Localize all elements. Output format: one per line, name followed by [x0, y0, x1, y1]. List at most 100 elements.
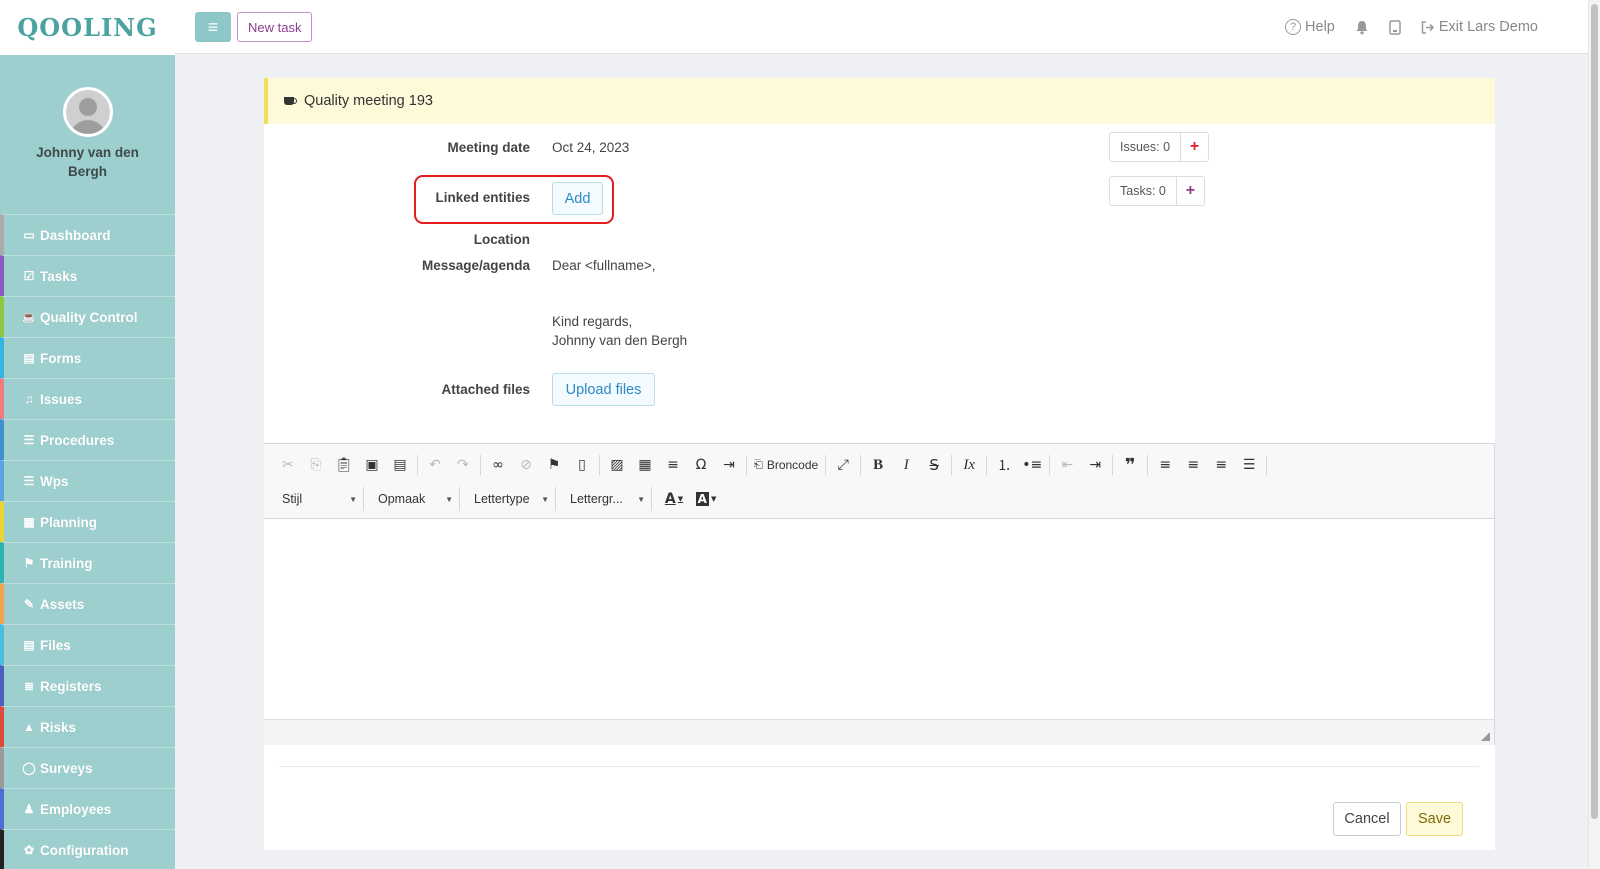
sidebar-item-dashboard[interactable]: ▭ Dashboard: [0, 214, 175, 255]
sidebar-item-procedures[interactable]: ☰ Procedures: [0, 419, 175, 460]
exit-demo-link[interactable]: Exit Lars Demo: [1421, 19, 1538, 35]
sidebar-item-planning[interactable]: ▦ Planning: [0, 501, 175, 542]
sidebar-icon: ✎: [23, 597, 35, 611]
strikethrough-icon[interactable]: S: [920, 453, 948, 477]
sidebar-nav: ▭ Dashboard ☑ Tasks ☕ Quality Control ▤ Forms ♫ I…: [0, 214, 175, 869]
sidebar-item-tasks[interactable]: ☑ Tasks: [0, 255, 175, 296]
cancel-button[interactable]: Cancel: [1333, 802, 1401, 836]
menu-toggle-button[interactable]: ≡: [195, 12, 231, 42]
plus-icon: +: [1189, 138, 1200, 155]
sidebar-icon: ▲: [23, 720, 35, 734]
sidebar-item-assets[interactable]: ✎ Assets: [0, 583, 175, 624]
sidebar-item-employees[interactable]: ♟ Employees: [0, 788, 175, 829]
text-color-icon[interactable]: A ▼: [658, 487, 690, 511]
anchor-flag-icon[interactable]: ⚑: [540, 453, 568, 477]
align-justify-icon[interactable]: ☰: [1235, 453, 1263, 477]
sidebar-icon: ☑: [23, 269, 35, 283]
sidebar-item-label: Wps: [40, 473, 69, 489]
paste-icon[interactable]: 📋︎: [330, 453, 358, 477]
plus-icon: +: [1185, 182, 1196, 199]
italic-icon[interactable]: I: [892, 453, 920, 477]
paste-word-icon[interactable]: ▤: [386, 453, 414, 477]
sidebar-item-risks[interactable]: ▲ Risks: [0, 706, 175, 747]
caret-down-icon: ▼: [637, 494, 645, 504]
sidebar-item-registers[interactable]: ≣ Registers: [0, 665, 175, 706]
undo-icon[interactable]: ↶: [421, 453, 449, 477]
sidebar-item-files[interactable]: ▤ Files: [0, 624, 175, 665]
sidebar-icon: ⚑: [23, 556, 35, 570]
special-char-icon[interactable]: Ω: [687, 453, 715, 477]
issues-counter: Issues: 0 +: [1109, 132, 1210, 162]
sidebar-item-configuration[interactable]: ✿ Configuration: [0, 829, 175, 869]
sidebar-item-issues[interactable]: ♫ Issues: [0, 378, 175, 419]
help-label: Help: [1305, 19, 1335, 35]
format-dropdown[interactable]: Opmaak ▼: [370, 487, 460, 511]
bookmark-button[interactable]: [1389, 19, 1401, 35]
upload-files-button[interactable]: Upload files: [552, 373, 655, 406]
align-center-icon[interactable]: ≡: [1179, 453, 1207, 477]
user-profile: Johnny van den Bergh: [0, 55, 175, 214]
blockquote-icon[interactable]: ❞: [1116, 453, 1144, 477]
format-dropdown-label: Opmaak: [378, 492, 426, 506]
font-size-dropdown[interactable]: Lettergr... ▼: [562, 487, 652, 511]
cut-icon[interactable]: ✂: [274, 453, 302, 477]
sidebar-item-label: Dashboard: [40, 227, 111, 243]
hamburger-icon: ≡: [207, 16, 219, 37]
new-task-button[interactable]: New task: [237, 12, 313, 42]
sidebar-item-wps[interactable]: ☰ Wps: [0, 460, 175, 501]
insert-template-icon[interactable]: ⇥: [715, 453, 743, 477]
scrollbar-thumb[interactable]: [1591, 4, 1598, 819]
background-color-icon[interactable]: A ▼: [690, 487, 722, 511]
tasks-count-label[interactable]: Tasks: 0: [1110, 177, 1176, 205]
copy-icon[interactable]: ⎘: [302, 453, 330, 477]
sidebar-item-training[interactable]: ⚑ Training: [0, 542, 175, 583]
add-task-button[interactable]: +: [1175, 177, 1204, 205]
style-dropdown[interactable]: Stijl ▼: [274, 487, 364, 511]
align-right-icon[interactable]: ≡: [1207, 453, 1235, 477]
toolbar-row-1: ✂ ⎘ 📋︎ ▣ ▤ ↶ ↷ ∞ ⊘ ⚑ ▯ ▨ ▦ ≡ Ω ⇥ ⎗ Bronc…: [274, 450, 1486, 480]
sidebar-item-label: Risks: [40, 719, 77, 735]
sidebar-icon: ▦: [23, 515, 35, 529]
outdent-icon[interactable]: ⇤: [1053, 453, 1081, 477]
resize-handle-icon[interactable]: [1481, 732, 1490, 741]
save-button[interactable]: Save: [1406, 802, 1463, 836]
align-left-icon[interactable]: ≡: [1151, 453, 1179, 477]
unlink-icon[interactable]: ⊘: [512, 453, 540, 477]
link-icon[interactable]: ∞: [484, 453, 512, 477]
table-icon[interactable]: ▦: [631, 453, 659, 477]
notifications-button[interactable]: [1355, 20, 1369, 35]
sidebar-item-surveys[interactable]: ◯ Surveys: [0, 747, 175, 788]
issues-count-label[interactable]: Issues: 0: [1110, 133, 1181, 161]
image-icon[interactable]: ▨: [603, 453, 631, 477]
page-scrollbar[interactable]: [1588, 0, 1600, 869]
divider: [279, 766, 1479, 767]
sidebar-icon: ▭: [23, 228, 35, 242]
app-logo[interactable]: QOOLING: [17, 13, 157, 42]
meeting-date-label: Meeting date: [447, 140, 530, 155]
sign-out-icon: [1421, 20, 1434, 34]
numbered-list-icon[interactable]: ⒈: [990, 453, 1018, 477]
sidebar-icon: ☰: [23, 433, 35, 447]
add-linked-entity-button[interactable]: Add: [552, 182, 603, 215]
sidebar-item-forms[interactable]: ▤ Forms: [0, 337, 175, 378]
page-break-icon[interactable]: ▯: [568, 453, 596, 477]
horizontal-line-icon[interactable]: ≡: [659, 453, 687, 477]
redo-icon[interactable]: ↷: [449, 453, 477, 477]
paste-text-icon[interactable]: ▣: [358, 453, 386, 477]
editor-toolbar: ✂ ⎘ 📋︎ ▣ ▤ ↶ ↷ ∞ ⊘ ⚑ ▯ ▨ ▦ ≡ Ω ⇥ ⎗ Bronc…: [264, 444, 1494, 519]
bold-icon[interactable]: B: [864, 453, 892, 477]
bulleted-list-icon[interactable]: •≡: [1018, 453, 1046, 477]
source-button[interactable]: ⎗ Broncode: [750, 458, 822, 472]
editor-content-area[interactable]: [264, 519, 1494, 719]
maximize-icon[interactable]: ⤢: [829, 453, 857, 477]
sidebar-item-label: Files: [40, 637, 71, 653]
logo-area[interactable]: QOOLING: [0, 0, 175, 55]
avatar[interactable]: [62, 87, 113, 137]
add-issue-button[interactable]: +: [1180, 133, 1208, 161]
sidebar-item-label: Planning: [40, 514, 97, 530]
help-link[interactable]: ? Help: [1285, 19, 1335, 35]
remove-format-icon[interactable]: Ix: [955, 453, 983, 477]
indent-icon[interactable]: ⇥: [1081, 453, 1109, 477]
font-dropdown[interactable]: Lettertype ▼: [466, 487, 556, 511]
sidebar-item-quality-control[interactable]: ☕ Quality Control: [0, 296, 175, 337]
